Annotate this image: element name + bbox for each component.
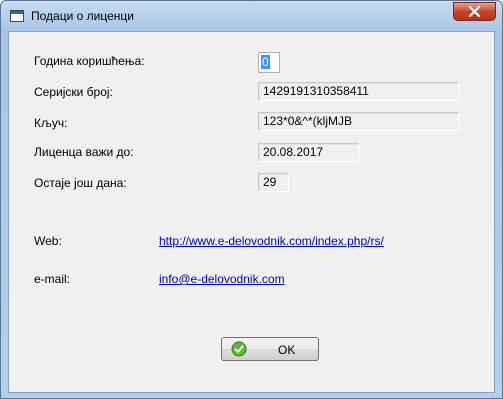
close-icon [468, 6, 481, 17]
window-icon [10, 10, 24, 22]
ok-button[interactable]: OK [221, 337, 319, 361]
window-title: Подаци о лиценци [31, 9, 134, 23]
serial-label: Серијски број: [34, 85, 113, 99]
email-label: e-mail: [34, 272, 71, 286]
serial-field[interactable]: 1429191310358411 [258, 82, 459, 101]
days-left-label: Остаје још дана: [34, 176, 127, 190]
close-button[interactable] [453, 2, 496, 21]
checkmark-icon [231, 341, 247, 357]
valid-until-label: Лиценца важи до: [34, 145, 134, 159]
valid-until-field[interactable]: 20.08.2017 [258, 143, 359, 162]
dialog-content: Година коришћења: 0 Серијски број: 14291… [8, 31, 495, 393]
web-label: Web: [34, 234, 62, 248]
key-field[interactable]: 123*0&^*(kljMJB [258, 112, 459, 131]
email-link[interactable]: info@e-delovodnik.com [159, 272, 285, 286]
year-spinner[interactable]: 0 [258, 52, 280, 73]
year-value[interactable]: 0 [261, 55, 270, 69]
license-dialog: Подаци о лиценци Година коришћења: 0 Сер… [0, 0, 503, 399]
year-label: Година коришћења: [34, 54, 145, 68]
title-bar[interactable]: Подаци о лиценци [1, 1, 502, 31]
key-label: Кључ: [34, 116, 68, 130]
ok-button-label: OK [278, 343, 296, 357]
web-link[interactable]: http://www.e-delovodnik.com/index.php/rs… [159, 234, 384, 248]
days-left-field[interactable]: 29 [258, 173, 289, 192]
